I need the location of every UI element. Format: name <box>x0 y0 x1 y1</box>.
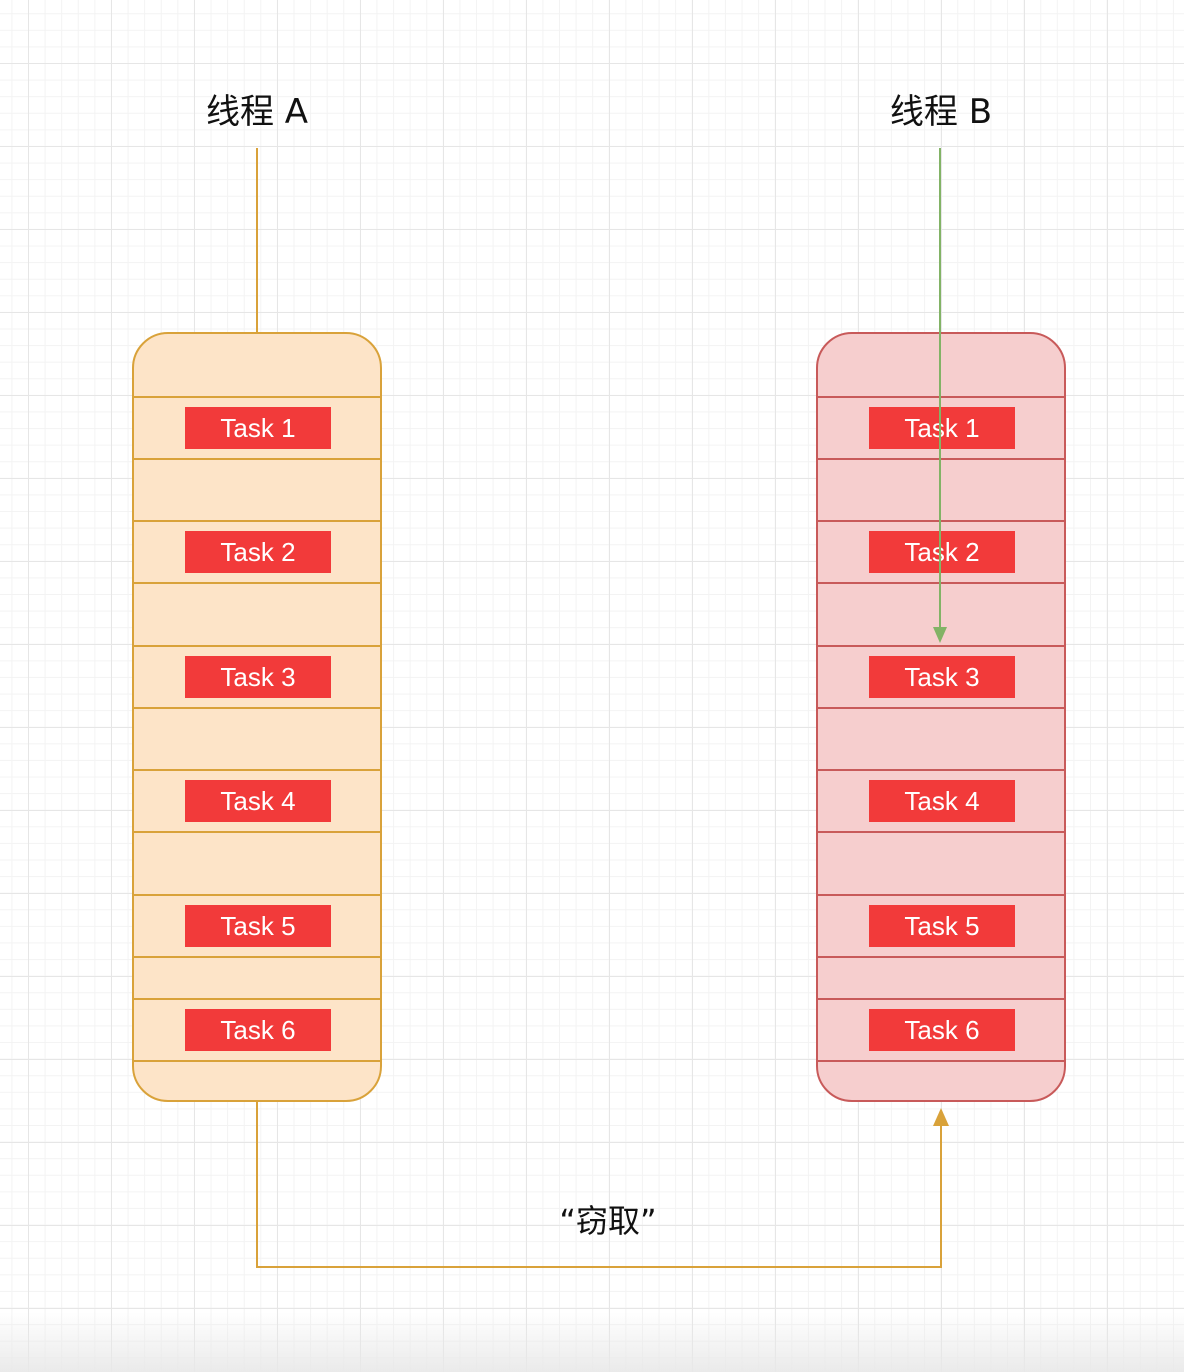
steal-arrowhead <box>933 1108 949 1126</box>
connectors-layer <box>256 148 949 1268</box>
steal-label: “窃取” <box>559 1202 657 1240</box>
steal-arrow-line[interactable] <box>256 1102 942 1268</box>
thread-b-arrowhead <box>933 627 947 643</box>
